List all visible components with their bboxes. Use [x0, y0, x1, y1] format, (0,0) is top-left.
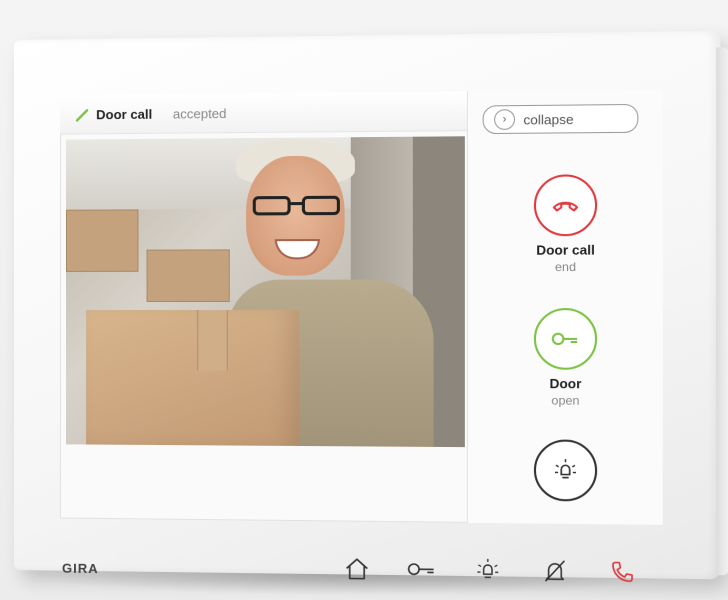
camera-video-feed[interactable] [66, 136, 465, 448]
video-shelf-box [66, 209, 139, 272]
end-call-label: Door call [536, 242, 595, 258]
home-icon [344, 555, 371, 582]
phone-hangup-icon [551, 196, 580, 215]
nav-call-button[interactable] [606, 555, 640, 588]
phone-icon [609, 558, 637, 585]
action-panel: › collapse Door call end Door open [466, 89, 663, 525]
light-action[interactable] [468, 439, 663, 502]
open-door-action[interactable]: Door open [468, 308, 663, 408]
light-button[interactable] [533, 439, 598, 502]
key-icon [550, 330, 582, 349]
end-call-sublabel: end [554, 259, 577, 275]
call-status-bar: Door call accepted [59, 91, 467, 135]
parcel-box [86, 310, 300, 448]
bell-muted-icon [541, 557, 568, 584]
nav-home-button[interactable] [340, 552, 373, 585]
video-shelf-box [146, 249, 230, 302]
device-side-edge [716, 47, 728, 576]
light-icon [473, 556, 502, 585]
open-door-label: Door [549, 375, 582, 392]
nav-door-button[interactable] [405, 553, 438, 586]
touch-screen: Door call accepted › collapse Door call … [59, 89, 663, 525]
nav-light-button[interactable] [471, 554, 504, 587]
end-call-button[interactable] [533, 174, 598, 237]
brand-logo: GIRA [61, 560, 99, 577]
visitor-glasses [250, 194, 342, 217]
light-icon [551, 456, 580, 485]
open-door-sublabel: open [551, 393, 580, 408]
phone-accepted-icon [74, 107, 90, 128]
nav-mute-button[interactable] [538, 554, 572, 587]
collapse-button[interactable]: › collapse [482, 103, 639, 135]
parcel-tape [197, 310, 228, 371]
key-icon [406, 560, 437, 579]
intercom-device: Door call accepted › collapse Door call … [14, 30, 728, 580]
collapse-label: collapse [523, 111, 574, 128]
chevron-right-icon: › [494, 109, 516, 130]
end-door-call-action[interactable]: Door call end [468, 174, 663, 274]
open-door-button[interactable] [533, 308, 598, 370]
call-status-state: accepted [172, 105, 227, 122]
call-status-title: Door call [96, 106, 153, 123]
